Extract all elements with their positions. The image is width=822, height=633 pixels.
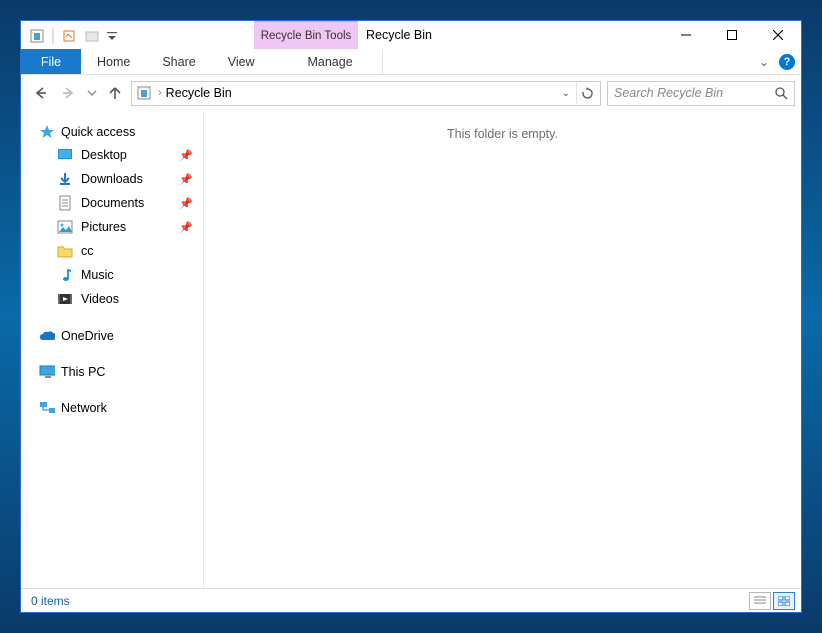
breadcrumb-chevron-icon[interactable]: › bbox=[158, 87, 162, 99]
sidebar-item-pictures[interactable]: Pictures 📌 bbox=[21, 215, 203, 239]
quick-access-toolbar: | bbox=[21, 21, 119, 49]
pin-icon: 📌 bbox=[179, 221, 193, 234]
address-bar[interactable]: › Recycle Bin ⌄ bbox=[131, 81, 601, 106]
search-box[interactable] bbox=[607, 81, 795, 106]
new-folder-icon[interactable] bbox=[81, 24, 105, 48]
network-icon bbox=[39, 400, 55, 416]
empty-folder-message: This folder is empty. bbox=[204, 127, 801, 141]
ribbon: File Home Share View Manage ⌄ ? bbox=[21, 49, 801, 75]
tab-share[interactable]: Share bbox=[146, 49, 211, 74]
sidebar-item-label: OneDrive bbox=[61, 329, 114, 343]
sidebar-item-label: cc bbox=[81, 244, 94, 258]
onedrive-icon bbox=[39, 328, 55, 344]
sidebar-onedrive[interactable]: OneDrive bbox=[21, 325, 203, 347]
properties-icon[interactable] bbox=[57, 24, 81, 48]
sidebar-item-label: Network bbox=[61, 401, 107, 415]
navigation-bar: › Recycle Bin ⌄ bbox=[21, 75, 801, 111]
refresh-button[interactable] bbox=[576, 82, 598, 104]
pictures-icon bbox=[57, 219, 73, 235]
sidebar-item-label: This PC bbox=[61, 365, 105, 379]
folder-icon bbox=[57, 243, 73, 259]
qat-customize-icon[interactable] bbox=[105, 24, 119, 48]
tab-view[interactable]: View bbox=[212, 49, 271, 74]
ribbon-expand-icon[interactable]: ⌄ bbox=[759, 55, 769, 69]
breadcrumb-location[interactable]: Recycle Bin bbox=[166, 86, 232, 100]
music-icon bbox=[57, 267, 73, 283]
sidebar-item-videos[interactable]: Videos bbox=[21, 287, 203, 311]
minimize-button[interactable] bbox=[663, 21, 709, 49]
qat-separator-icon: | bbox=[49, 24, 57, 48]
address-dropdown-icon[interactable]: ⌄ bbox=[562, 88, 570, 99]
help-icon[interactable]: ? bbox=[779, 54, 795, 70]
sidebar-item-label: Downloads bbox=[81, 172, 143, 186]
sidebar-item-label: Pictures bbox=[81, 220, 126, 234]
maximize-button[interactable] bbox=[709, 21, 755, 49]
star-icon bbox=[39, 124, 55, 140]
file-explorer-window: | Recycle Bin Tools Recycle Bin File Hom… bbox=[20, 20, 802, 613]
titlebar: | Recycle Bin Tools Recycle Bin bbox=[21, 21, 801, 49]
file-list-pane[interactable]: This folder is empty. bbox=[203, 111, 801, 588]
sidebar-this-pc[interactable]: This PC bbox=[21, 361, 203, 383]
sidebar-network[interactable]: Network bbox=[21, 397, 203, 419]
sidebar-item-label: Documents bbox=[81, 196, 144, 210]
navigation-pane[interactable]: Quick access Desktop 📌 Downloads 📌 Docum… bbox=[21, 111, 203, 588]
file-tab[interactable]: File bbox=[21, 49, 81, 74]
sidebar-item-cc[interactable]: cc bbox=[21, 239, 203, 263]
contextual-tab-header[interactable]: Recycle Bin Tools bbox=[254, 21, 358, 49]
search-input[interactable] bbox=[614, 86, 788, 100]
tab-manage[interactable]: Manage bbox=[279, 49, 383, 74]
pin-icon: 📌 bbox=[179, 173, 193, 186]
download-icon bbox=[57, 171, 73, 187]
sidebar-item-desktop[interactable]: Desktop 📌 bbox=[21, 143, 203, 167]
recycle-bin-icon bbox=[134, 86, 154, 100]
close-button[interactable] bbox=[755, 21, 801, 49]
up-button[interactable] bbox=[102, 80, 128, 106]
sidebar-item-downloads[interactable]: Downloads 📌 bbox=[21, 167, 203, 191]
sidebar-item-label: Quick access bbox=[61, 125, 135, 139]
sidebar-item-label: Music bbox=[81, 268, 114, 282]
pin-icon: 📌 bbox=[179, 197, 193, 210]
back-button[interactable] bbox=[27, 80, 53, 106]
pin-icon: 📌 bbox=[179, 149, 193, 162]
desktop-icon bbox=[57, 147, 73, 163]
window-title: Recycle Bin bbox=[366, 28, 432, 42]
status-item-count: 0 items bbox=[31, 594, 70, 608]
status-bar: 0 items bbox=[21, 588, 801, 612]
thumbnails-view-button[interactable] bbox=[773, 592, 795, 610]
sidebar-item-music[interactable]: Music bbox=[21, 263, 203, 287]
document-icon bbox=[57, 195, 73, 211]
sidebar-item-label: Videos bbox=[81, 292, 119, 306]
recent-locations-icon[interactable] bbox=[85, 80, 99, 106]
tab-home[interactable]: Home bbox=[81, 49, 146, 74]
sidebar-item-documents[interactable]: Documents 📌 bbox=[21, 191, 203, 215]
sidebar-quick-access[interactable]: Quick access bbox=[21, 121, 203, 143]
search-icon[interactable] bbox=[775, 87, 788, 100]
thispc-icon bbox=[39, 364, 55, 380]
content-area: Quick access Desktop 📌 Downloads 📌 Docum… bbox=[21, 111, 801, 588]
videos-icon bbox=[57, 291, 73, 307]
details-view-button[interactable] bbox=[749, 592, 771, 610]
forward-button[interactable] bbox=[56, 80, 82, 106]
recycle-bin-icon[interactable] bbox=[25, 24, 49, 48]
sidebar-item-label: Desktop bbox=[81, 148, 127, 162]
